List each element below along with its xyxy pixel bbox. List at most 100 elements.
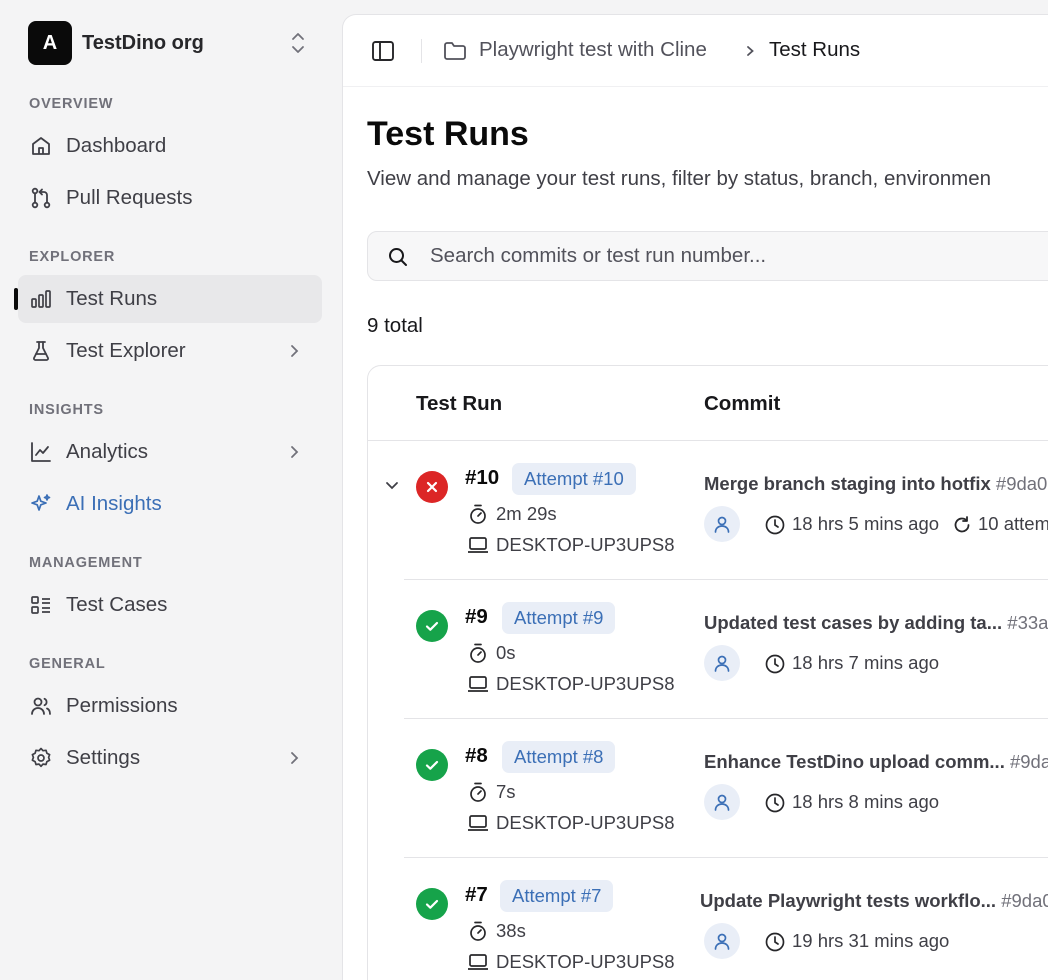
section-label-insights: INSIGHTS [29,402,104,418]
machine-name: DESKTOP-UP3UPS8 [496,812,675,833]
git-pull-request-icon [29,186,53,210]
commit-title: Enhance TestDino upload comm... [704,751,1005,772]
chevron-right-icon [284,747,304,769]
run-duration: 0s [496,642,516,663]
sidebar-item-test-cases[interactable]: Test Cases [18,581,322,629]
sidebar-item-permissions[interactable]: Permissions [18,682,322,730]
attempt-badge: Attempt #9 [502,602,616,634]
clock-icon [764,514,786,536]
run-number[interactable]: #8 [465,744,488,768]
commit-hash: #9da0 [1009,751,1048,772]
section-label-general: GENERAL [29,656,106,672]
commit-hash: #9da0 [995,473,1048,494]
commit-hash: #9da0 [1001,890,1048,911]
main-panel: Playwright test with Cline Test Runs Tes… [342,14,1048,980]
clock-icon [764,653,786,675]
sidebar-item-label: Permissions [66,694,178,717]
commit-title: Updated test cases by adding ta... [704,612,1003,633]
user-avatar [704,645,740,681]
passed-status-icon [416,610,448,642]
list-icon [29,593,53,617]
sidebar-item-label: Test Cases [66,593,168,616]
retry-icon [952,514,972,536]
sidebar: A TestDino org OVERVIEW Dashboard Pull R… [0,0,340,980]
commit-message[interactable]: Enhance TestDino upload comm... #9da0 [704,751,1048,773]
run-number[interactable]: #9 [465,605,488,629]
top-bar: Playwright test with Cline Test Runs [343,15,1048,87]
passed-status-icon [416,749,448,781]
attempt-badge: Attempt #7 [500,880,614,912]
attempt-badge: Attempt #8 [502,741,616,773]
sidebar-item-ai-insights[interactable]: AI Insights [18,480,322,528]
section-label-overview: OVERVIEW [29,96,114,112]
sidebar-item-label: Test Explorer [66,339,186,362]
laptop-icon [467,952,489,972]
sidebar-item-pull-requests[interactable]: Pull Requests [18,174,322,222]
laptop-icon [467,535,489,555]
org-avatar: A [28,21,72,65]
table-row[interactable]: #8 Attempt #8 7s DESKTOP-UP3UPS8 Enhance… [368,719,1048,858]
commit-title: Merge branch staging into hotfix [704,473,991,494]
commit-message[interactable]: Merge branch staging into hotfix #9da0 [704,473,1047,495]
run-duration: 38s [496,920,526,941]
line-chart-icon [29,440,53,464]
run-number[interactable]: #7 [465,883,488,907]
run-duration: 2m 29s [496,503,557,524]
sidebar-item-test-explorer[interactable]: Test Explorer [18,327,322,375]
divider [421,39,422,63]
bar-chart-icon [29,287,53,311]
user-avatar [704,784,740,820]
sidebar-item-label: Analytics [66,440,149,463]
table-row[interactable]: #9 Attempt #9 0s DESKTOP-UP3UPS8 Updated… [368,580,1048,719]
column-header-commit: Commit [704,392,781,415]
run-number[interactable]: #10 [465,466,499,490]
sidebar-item-label: AI Insights [66,492,162,515]
clock-icon [764,792,786,814]
run-time: 18 hrs 7 mins ago [792,652,940,673]
section-label-management: MANAGEMENT [29,555,143,571]
folder-icon [442,38,468,64]
stopwatch-icon [468,781,488,803]
sidebar-item-analytics[interactable]: Analytics [18,428,322,476]
attempt-badge: Attempt #10 [512,463,636,495]
page-title: Test Runs [367,115,529,153]
sidebar-item-label: Settings [66,746,141,769]
breadcrumb-project[interactable]: Playwright test with Cline [479,38,707,62]
sidebar-toggle-icon[interactable] [370,38,396,64]
home-icon [29,134,53,158]
test-runs-table: Test Run Commit #10 Attempt #10 2m 29s D… [367,365,1048,980]
chevron-right-icon [284,441,304,463]
column-header-test-run: Test Run [416,392,503,415]
sidebar-item-label: Pull Requests [66,186,193,209]
table-row[interactable]: #7 Attempt #7 38s DESKTOP-UP3UPS8 Update… [368,858,1048,980]
page-subtitle: View and manage your test runs, filter b… [367,167,992,190]
sidebar-item-test-runs[interactable]: Test Runs [14,275,322,323]
stopwatch-icon [468,920,488,942]
search-box [367,231,1048,281]
user-avatar [704,923,740,959]
clock-icon [764,931,786,953]
commit-title: Update Playwright tests workflo... [700,890,997,911]
section-label-explorer: EXPLORER [29,249,116,265]
run-time: 18 hrs 5 mins ago [792,513,940,534]
search-icon [386,245,410,269]
commit-message[interactable]: Update Playwright tests workflo... #9da0 [700,890,1048,912]
stopwatch-icon [468,642,488,664]
failed-status-icon [416,471,448,503]
chevron-down-icon[interactable] [382,475,402,495]
sidebar-item-dashboard[interactable]: Dashboard [18,122,322,170]
search-input[interactable] [430,232,1048,280]
laptop-icon [467,674,489,694]
commit-hash: #33a [1007,612,1048,633]
attempts-count: 10 attem [978,513,1048,534]
gear-icon [29,746,53,770]
chevrons-up-down-icon[interactable] [288,29,308,57]
run-time: 18 hrs 8 mins ago [792,791,940,812]
commit-message[interactable]: Updated test cases by adding ta... #33a [704,612,1048,634]
machine-name: DESKTOP-UP3UPS8 [496,534,675,555]
sidebar-item-settings[interactable]: Settings [18,734,322,782]
org-switcher[interactable]: A TestDino org [28,21,318,65]
total-count: 9 total [367,314,423,337]
table-row[interactable]: #10 Attempt #10 2m 29s DESKTOP-UP3UPS8 M… [368,441,1048,580]
run-time: 19 hrs 31 mins ago [792,930,950,951]
